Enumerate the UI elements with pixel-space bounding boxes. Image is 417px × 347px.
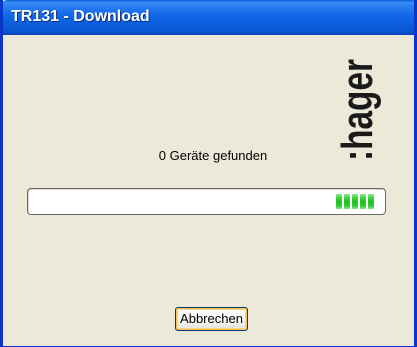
progress-chunk bbox=[368, 194, 374, 209]
title-bar[interactable]: TR131 - Download bbox=[3, 0, 414, 35]
devices-found-status: 0 Geräte gefunden bbox=[158, 148, 268, 163]
svg-text::hager: :hager bbox=[333, 59, 382, 161]
progress-bar bbox=[27, 188, 386, 215]
dialog-body: :hager 0 Geräte gefunden Abbrechen bbox=[3, 35, 414, 346]
progress-chunk bbox=[336, 194, 342, 209]
progress-fill bbox=[336, 194, 374, 209]
download-dialog: TR131 - Download :hager 0 Geräte gefunde… bbox=[0, 0, 417, 347]
progress-chunk bbox=[352, 194, 358, 209]
progress-chunk bbox=[360, 194, 366, 209]
progress-chunk bbox=[344, 194, 350, 209]
hager-logo: :hager bbox=[333, 59, 382, 161]
cancel-button[interactable]: Abbrechen bbox=[175, 307, 248, 331]
window-title: TR131 - Download bbox=[11, 8, 150, 25]
